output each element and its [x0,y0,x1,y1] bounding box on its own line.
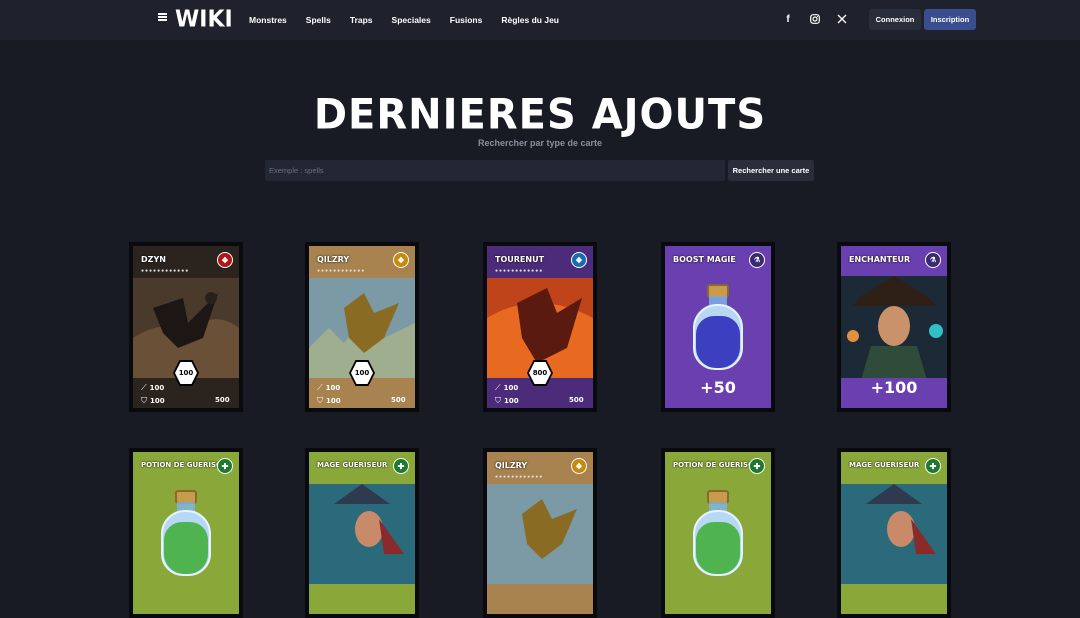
signup-button[interactable]: Inscription [924,9,976,30]
heal-type-icon: ✚ [749,458,765,474]
menu-item-speciales[interactable]: Speciales [392,15,431,25]
menu-item-monstres[interactable]: Monstres [249,15,287,25]
card-enchanteur[interactable]: ENCHANTEUR ⚗ +100 [837,242,951,412]
water-element-icon: ❖ [571,252,587,268]
card-qilzry[interactable]: QILZRY ●●●●●●●●●●●● ❖ 100 ⟋ 100 ⛉ 100 500 [305,242,419,412]
attack-value: 100 [503,384,519,392]
spell-type-icon: ⚗ [925,252,941,268]
spell-bonus: +100 [870,378,918,397]
top-navbar: WIKI Monstres Spells Traps Speciales Fus… [0,0,1080,40]
card-mage-gueriseur-2[interactable]: MAGE GUERISEUR ✚ [837,448,951,618]
potion-bottle-artwork [693,284,743,370]
level-dots: ●●●●●●●●●●●● [141,268,190,274]
sword-icon: ⟋ [317,383,323,392]
defense-value: 100 [150,397,165,405]
level-dots: ●●●●●●●●●●●● [317,268,366,274]
healer-portrait [841,484,947,584]
level-dots: ●●●●●●●●●●●● [495,268,544,274]
sword-icon: ⟋ [141,383,147,392]
potion-bottle-artwork [161,490,211,576]
cost-stat: 500 [569,396,584,404]
heal-type-icon: ✚ [925,458,941,474]
shield-icon: ⛉ [141,396,147,405]
card-potion-de-guerison[interactable]: POTION DE GUERISON ✚ [129,448,243,618]
menu-item-spells[interactable]: Spells [306,15,331,25]
earth-element-icon: ❖ [393,252,409,268]
cost-value: 500 [215,396,230,404]
attack-value: 100 [149,384,165,392]
facebook-icon[interactable]: f [781,12,795,26]
dragon-artwork [487,484,593,584]
shield-icon: ⛉ [317,396,323,405]
card-tourenut[interactable]: TOURENUT ●●●●●●●●●●●● ❖ 800 ⟋ 100 ⛉ 100 50… [483,242,597,412]
heal-type-icon: ✚ [217,458,233,474]
card-name: MAGE GUERISEUR [849,461,920,469]
card-name: TOURENUT [495,255,545,264]
search-input[interactable] [265,160,725,181]
card-name: ENCHANTEUR [849,255,911,264]
search-button[interactable]: Rechercher une carte [728,160,814,181]
earth-element-icon: ❖ [571,458,587,474]
card-name: QILZRY [495,461,528,470]
attack-value: 100 [325,384,341,392]
defense-stat: ⛉ 100 [317,396,341,406]
card-boost-magie[interactable]: BOOST MAGIE ⚗ +50 [661,242,775,412]
attack-stat: ⟋ 100 [495,383,518,393]
sword-icon: ⟋ [495,383,501,392]
menu-item-fusions[interactable]: Fusions [450,15,483,25]
cost-value: 500 [391,396,406,404]
hamburger-menu-icon[interactable] [158,13,167,21]
defense-value: 100 [504,397,519,405]
spell-type-icon: ⚗ [749,252,765,268]
spell-bonus: +50 [700,378,736,397]
card-potion-de-guerison-2[interactable]: POTION DE GUERISON ✚ [661,448,775,618]
heal-type-icon: ✚ [393,458,409,474]
menu-item-regles[interactable]: Règles du Jeu [501,15,559,25]
card-name: POTION DE GUERISON [141,461,228,469]
healer-portrait [309,484,415,584]
card-name: BOOST MAGIE [673,255,736,264]
cost-value: 500 [569,396,584,404]
cost-stat: 500 [391,396,406,404]
defense-stat: ⛉ 100 [141,396,165,406]
wizard-portrait [841,276,947,378]
shield-icon: ⛉ [495,396,501,405]
site-logo[interactable]: WIKI [175,7,233,32]
login-button[interactable]: Connexion [869,9,921,30]
card-name: QILZRY [317,255,350,264]
defense-stat: ⛉ 100 [495,396,519,406]
fire-element-icon: ❖ [217,252,233,268]
x-icon[interactable] [835,12,849,26]
page-title: DERNIERES AJOUTS [313,90,767,140]
defense-value: 100 [326,397,341,405]
card-mage-gueriseur[interactable]: MAGE GUERISEUR ✚ [305,448,419,618]
card-name: MAGE GUERISEUR [317,461,388,469]
attack-stat: ⟋ 100 [317,383,340,393]
main-menu: Monstres Spells Traps Speciales Fusions … [249,15,578,25]
level-dots: ●●●●●●●●●●●● [495,474,544,480]
cost-stat: 500 [215,396,230,404]
card-qilzry-2[interactable]: QILZRY ●●●●●●●●●●●● ❖ [483,448,597,618]
menu-item-traps[interactable]: Traps [350,15,373,25]
card-name: DZYN [141,255,166,264]
card-name: POTION DE GUERISON [673,461,760,469]
card-dzyn[interactable]: DZYN ●●●●●●●●●●●● ❖ 100 ⟋ 100 ⛉ 100 500 [129,242,243,412]
attack-stat: ⟋ 100 [141,383,164,393]
potion-bottle-artwork [693,490,743,576]
instagram-icon[interactable] [808,12,822,26]
search-subtitle: Rechercher par type de carte [477,138,603,148]
